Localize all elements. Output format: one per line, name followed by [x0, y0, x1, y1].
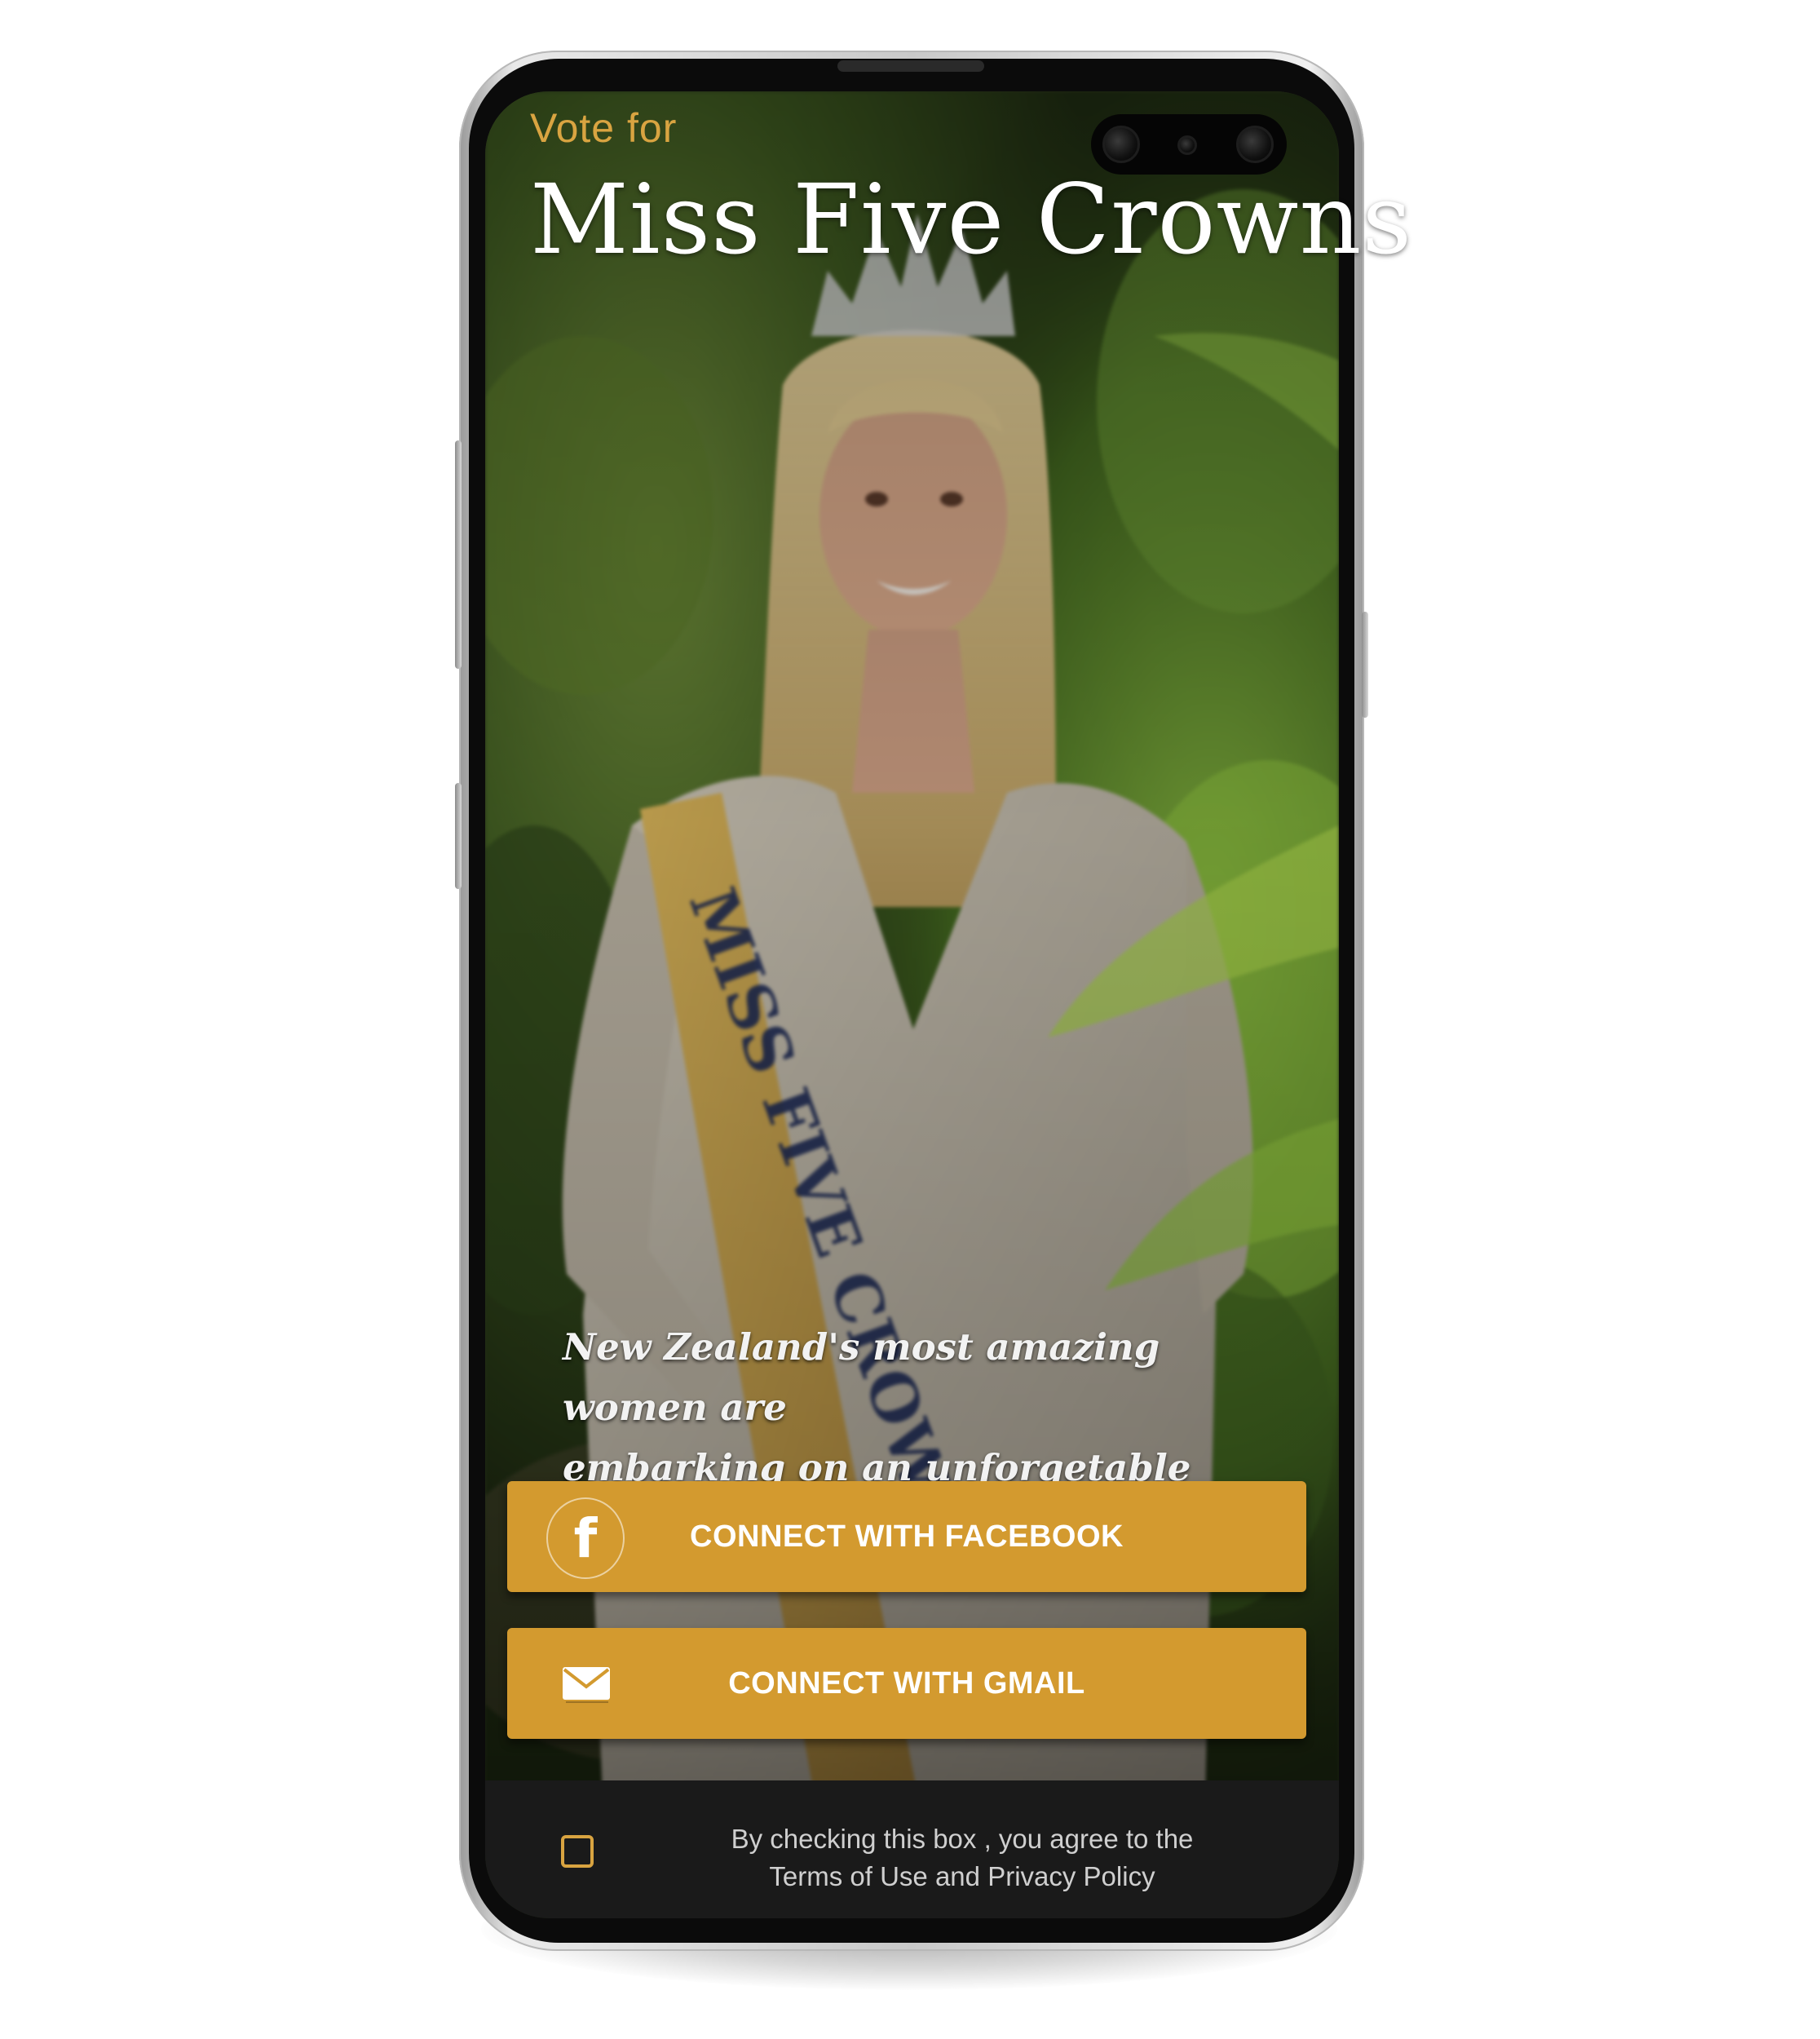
phone-side-button — [1362, 612, 1368, 718]
phone-side-button — [455, 783, 462, 889]
tagline-line-1: New Zealand's most amazing women are — [563, 1325, 1160, 1429]
consent-checkbox[interactable] — [561, 1835, 594, 1868]
camera-lens — [1236, 126, 1274, 163]
privacy-policy-link[interactable]: Privacy Policy — [987, 1861, 1155, 1891]
camera-lens — [1102, 126, 1140, 163]
facebook-icon: f — [546, 1497, 625, 1579]
terms-of-use-link[interactable]: Terms of Use — [769, 1861, 927, 1891]
connect-facebook-button[interactable]: f CONNECT WITH FACEBOOK — [507, 1481, 1306, 1592]
mail-envelope-icon — [563, 1667, 610, 1703]
phone-speaker — [837, 60, 984, 72]
consent-joiner: and — [927, 1861, 988, 1891]
stage: MISS FIVE CROWNS Vote for Miss Five Crow… — [0, 0, 1820, 2039]
phone-side-button — [455, 440, 462, 669]
consent-line-1: By checking this box , you agree to the — [731, 1824, 1194, 1854]
consent-line-2: Terms of Use and Privacy Policy — [685, 1858, 1239, 1895]
connect-gmail-button[interactable]: CONNECT WITH GMAIL — [507, 1628, 1306, 1739]
connect-facebook-label: CONNECT WITH FACEBOOK — [690, 1519, 1124, 1554]
connect-gmail-label: CONNECT WITH GMAIL — [728, 1665, 1085, 1701]
vote-for-label: Vote for — [530, 105, 678, 151]
camera-sensor — [1177, 135, 1197, 155]
page-title: Miss Five Crowns — [530, 163, 1413, 276]
consent-text: By checking this box , you agree to the … — [685, 1820, 1239, 1895]
